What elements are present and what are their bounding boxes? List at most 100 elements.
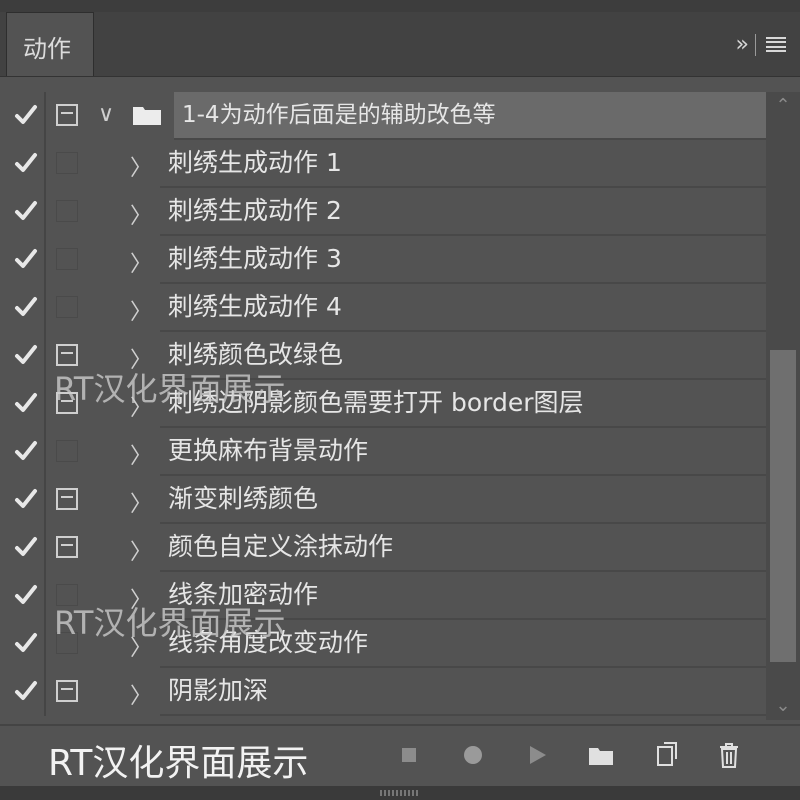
action-label: 更换麻布背景动作	[160, 428, 766, 476]
expand-panels-icon[interactable]: »	[736, 32, 750, 57]
column-divider	[44, 332, 46, 380]
dialog-toggle-icon[interactable]	[56, 152, 78, 174]
scrollbar-thumb[interactable]	[770, 350, 796, 662]
action-row[interactable]: 〉渐变刺绣颜色	[0, 476, 766, 524]
toggle-check-icon[interactable]	[14, 246, 38, 272]
column-divider	[44, 188, 46, 236]
action-row[interactable]: 〉刺绣边阴影颜色需要打开 border图层	[0, 380, 766, 428]
column-divider	[44, 140, 46, 188]
action-row[interactable]: 〉阴影加深	[0, 668, 766, 716]
chevron-right-icon[interactable]: 〉	[130, 582, 152, 614]
action-row[interactable]: 〉更换麻布背景动作	[0, 428, 766, 476]
chevron-right-icon[interactable]: 〉	[130, 390, 152, 422]
dialog-toggle-icon[interactable]	[56, 680, 78, 702]
action-label: 阴影加深	[160, 668, 766, 716]
folder-icon	[132, 106, 162, 126]
column-divider	[44, 524, 46, 572]
action-label: 1-4为动作后面是的辅助改色等	[174, 92, 766, 140]
action-row[interactable]: 〉线条角度改变动作	[0, 620, 766, 668]
column-divider	[44, 380, 46, 428]
actions-panel: 动作 » ∨ 1-4为动作后面是的辅助改色等〉刺绣生成动作 1 〉刺绣生成动作 2 〉…	[0, 0, 800, 800]
action-label: 刺绣颜色改绿色	[160, 332, 766, 380]
toggle-check-icon[interactable]	[14, 630, 38, 656]
dialog-toggle-icon[interactable]	[56, 200, 78, 222]
column-divider	[44, 620, 46, 668]
chevron-right-icon[interactable]: 〉	[130, 534, 152, 566]
action-label: 渐变刺绣颜色	[160, 476, 766, 524]
action-row[interactable]: 〉刺绣生成动作 1	[0, 140, 766, 188]
column-divider	[44, 92, 46, 140]
toggle-check-icon[interactable]	[14, 582, 38, 608]
chevron-right-icon[interactable]: 〉	[130, 678, 152, 710]
toggle-check-icon[interactable]	[14, 438, 38, 464]
chevron-right-icon[interactable]: 〉	[130, 246, 152, 278]
new-action-icon[interactable]	[650, 740, 680, 770]
record-icon[interactable]	[458, 740, 488, 770]
stop-icon[interactable]	[394, 740, 424, 770]
action-row[interactable]: 〉线条加密动作	[0, 572, 766, 620]
chevron-right-icon[interactable]: 〉	[130, 630, 152, 662]
toggle-check-icon[interactable]	[14, 390, 38, 416]
chevron-right-icon[interactable]: 〉	[130, 150, 152, 182]
panel-tab-bar: 动作 »	[0, 12, 800, 77]
dialog-toggle-icon[interactable]	[56, 632, 78, 654]
folder-icon[interactable]	[586, 740, 616, 770]
chevron-right-icon[interactable]: 〉	[130, 438, 152, 470]
toggle-check-icon[interactable]	[14, 534, 38, 560]
action-row[interactable]: 〉刺绣生成动作 3	[0, 236, 766, 284]
action-set-row[interactable]: ∨ 1-4为动作后面是的辅助改色等	[0, 92, 766, 140]
dialog-toggle-icon[interactable]	[56, 536, 78, 558]
dialog-toggle-icon[interactable]	[56, 296, 78, 318]
chevron-right-icon[interactable]: 〉	[130, 198, 152, 230]
panel-header-controls: »	[736, 32, 786, 57]
chevron-down-icon[interactable]: ∨	[98, 102, 114, 127]
action-row[interactable]: 〉刺绣生成动作 4	[0, 284, 766, 332]
action-label: 刺绣生成动作 4	[160, 284, 766, 332]
header-divider	[755, 33, 756, 56]
dialog-toggle-icon[interactable]	[56, 344, 78, 366]
action-row[interactable]: 〉颜色自定义涂抹动作	[0, 524, 766, 572]
column-divider	[44, 668, 46, 716]
chevron-right-icon[interactable]: 〉	[130, 294, 152, 326]
dialog-toggle-icon[interactable]	[56, 104, 78, 126]
tab-actions-label: 动作	[23, 35, 71, 63]
column-divider	[44, 236, 46, 284]
toggle-check-icon[interactable]	[14, 294, 38, 320]
column-divider	[44, 572, 46, 620]
action-label: 线条加密动作	[160, 572, 766, 620]
dialog-toggle-icon[interactable]	[56, 488, 78, 510]
toggle-check-icon[interactable]	[14, 342, 38, 368]
action-row[interactable]: 〉刺绣生成动作 2	[0, 188, 766, 236]
dialog-toggle-icon[interactable]	[56, 392, 78, 414]
toggle-check-icon[interactable]	[14, 678, 38, 704]
dialog-toggle-icon[interactable]	[56, 248, 78, 270]
action-label: 刺绣生成动作 2	[160, 188, 766, 236]
toggle-check-icon[interactable]	[14, 150, 38, 176]
action-label: 刺绣生成动作 3	[160, 236, 766, 284]
play-icon[interactable]	[522, 740, 552, 770]
panel-bottom-bar: RT汉化界面展示	[0, 724, 800, 788]
vertical-scrollbar[interactable]: ⌃ ⌄	[766, 92, 800, 720]
action-toolbar	[394, 740, 744, 770]
action-row[interactable]: 〉刺绣颜色改绿色	[0, 332, 766, 380]
chevron-right-icon[interactable]: 〉	[130, 342, 152, 374]
scroll-up-icon[interactable]: ⌃	[766, 92, 800, 120]
tab-actions[interactable]: 动作	[6, 12, 94, 76]
action-label: 刺绣边阴影颜色需要打开 border图层	[160, 380, 766, 428]
bottom-watermark-text: RT汉化界面展示	[48, 743, 309, 784]
panel-resize-grip[interactable]	[0, 786, 800, 800]
panel-menu-icon[interactable]	[766, 36, 786, 53]
toggle-check-icon[interactable]	[14, 102, 38, 128]
action-label: 线条角度改变动作	[160, 620, 766, 668]
panel-top-strip	[0, 0, 800, 12]
chevron-right-icon[interactable]: 〉	[130, 486, 152, 518]
dialog-toggle-icon[interactable]	[56, 584, 78, 606]
action-list: ∨ 1-4为动作后面是的辅助改色等〉刺绣生成动作 1 〉刺绣生成动作 2 〉刺绣生成动…	[0, 92, 766, 720]
dialog-toggle-icon[interactable]	[56, 440, 78, 462]
trash-icon[interactable]	[714, 740, 744, 770]
scroll-down-icon[interactable]: ⌄	[766, 692, 800, 720]
toggle-check-icon[interactable]	[14, 198, 38, 224]
column-divider	[44, 284, 46, 332]
column-divider	[44, 476, 46, 524]
toggle-check-icon[interactable]	[14, 486, 38, 512]
